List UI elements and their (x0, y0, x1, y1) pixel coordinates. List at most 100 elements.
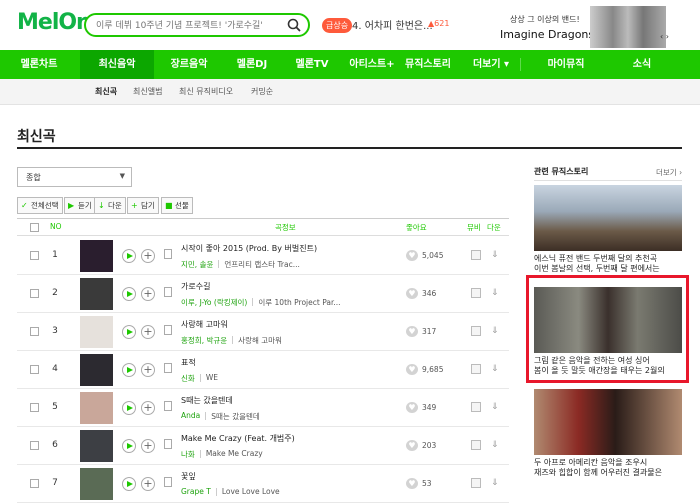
song-title[interactable]: 가로수길 (181, 281, 210, 292)
album-cover[interactable] (80, 392, 113, 424)
song-info-icon[interactable] (164, 287, 172, 297)
song-title[interactable]: Make Me Crazy (Feat. 개범주) (181, 433, 295, 444)
sub-nav-new-songs[interactable]: 최신곡 (95, 86, 117, 97)
table-row[interactable]: 5 + S때는 갔을텐데 Anda S때는 갔을텐데 ♥ 349 ⇓ (17, 389, 509, 427)
album-name[interactable]: Make Me Crazy (206, 449, 402, 458)
sub-nav-new-albums[interactable]: 최신앨범 (133, 86, 162, 97)
artist-name[interactable]: 홍정희, 박규윤 (181, 335, 227, 346)
artist-name[interactable]: 지민, 솔윤 (181, 259, 213, 270)
download-icon[interactable]: ⇓ (491, 364, 499, 374)
album-name[interactable]: 이루 10th Project Par... (258, 297, 402, 308)
download-icon[interactable]: ⇓ (491, 440, 499, 450)
add-icon[interactable]: + (141, 325, 155, 339)
album-name[interactable]: Love Love Love (222, 487, 402, 496)
banner-ad[interactable]: 상상 그 이상의 밴드! Imagine Dragons ‹ › (488, 6, 688, 48)
play-icon[interactable] (122, 287, 136, 301)
nav-dj[interactable]: 멜론DJ (222, 50, 282, 79)
sub-nav-new-mv[interactable]: 최신 뮤직비디오 (179, 86, 233, 97)
play-icon[interactable] (122, 325, 136, 339)
story-image-3[interactable] (534, 389, 682, 455)
heart-icon[interactable]: ♥ (406, 364, 418, 375)
melon-logo[interactable]: MelOn (17, 10, 92, 35)
artist-name[interactable]: 나화 (181, 449, 195, 460)
song-info-icon[interactable] (164, 477, 172, 487)
add-icon[interactable]: + (141, 439, 155, 453)
search-input[interactable] (96, 18, 276, 34)
play-icon[interactable] (122, 477, 136, 491)
add-icon[interactable]: + (141, 477, 155, 491)
song-title[interactable]: 꽃잎 (181, 471, 196, 482)
nav-artist[interactable]: 아티스트+ (342, 50, 402, 79)
nav-story[interactable]: 뮤직스토리 (402, 50, 454, 79)
download-icon[interactable]: ⇓ (491, 326, 499, 336)
song-info-icon[interactable] (164, 325, 172, 335)
play-icon[interactable] (122, 363, 136, 377)
artist-name[interactable]: Grape T (181, 487, 211, 496)
play-icon[interactable] (122, 249, 136, 263)
more-link[interactable]: 더보기 › (656, 167, 682, 178)
album-name[interactable]: S때는 갔을텐데 (211, 411, 402, 422)
album-name[interactable]: WE (206, 373, 402, 382)
table-row[interactable]: 7 + 꽃잎 Grape T Love Love Love ♥ 53 ⇓ (17, 465, 509, 503)
nav-chart[interactable]: 멜론차트 (0, 50, 78, 79)
song-info-icon[interactable] (164, 439, 172, 449)
mv-icon[interactable] (471, 440, 481, 450)
song-title[interactable]: 사랑해 고마워 (181, 319, 228, 330)
album-cover[interactable] (80, 278, 113, 310)
download-icon[interactable]: ⇓ (491, 402, 499, 412)
album-cover[interactable] (80, 354, 113, 386)
download-icon[interactable]: ⇓ (491, 288, 499, 298)
song-info-icon[interactable] (164, 363, 172, 373)
search-icon[interactable] (286, 17, 302, 33)
add-icon[interactable]: + (141, 287, 155, 301)
story-caption-1[interactable]: 에스닉 퓨전 밴드 두번째 달의 추천곡 이번 봄날의 선택, 두번째 달 편에서… (534, 254, 682, 274)
mv-icon[interactable] (471, 364, 481, 374)
play-icon[interactable] (122, 439, 136, 453)
table-row[interactable]: 2 + 가로수길 이루, J-Yo (락킹제이) 이루 10th Project Par… (17, 275, 509, 313)
mv-icon[interactable] (471, 402, 481, 412)
mv-icon[interactable] (471, 478, 481, 488)
row-checkbox[interactable] (30, 251, 39, 260)
table-row[interactable]: 6 + Make Me Crazy (Feat. 개범주) 나화 Make Me Cra… (17, 427, 509, 465)
add-icon[interactable]: + (141, 249, 155, 263)
nav-new-music[interactable]: 최신음악 (80, 50, 154, 79)
nav-tv[interactable]: 멜론TV (282, 50, 342, 79)
nav-genre[interactable]: 장르음악 (156, 50, 222, 79)
mv-icon[interactable] (471, 250, 481, 260)
table-row[interactable]: 4 + 표적 신화 WE ♥ 9,685 ⇓ (17, 351, 509, 389)
ad-nav-arrows[interactable]: ‹ › (660, 32, 669, 41)
download-icon[interactable]: ⇓ (491, 478, 499, 488)
row-checkbox[interactable] (30, 365, 39, 374)
nav-more[interactable]: 더보기 ▾ (466, 50, 516, 79)
download-button[interactable]: ↓ 다운 (94, 197, 126, 214)
select-all-button[interactable]: ✓ 전체선택 (17, 197, 63, 214)
nav-news[interactable]: 소식 (612, 50, 672, 79)
mv-icon[interactable] (471, 288, 481, 298)
heart-icon[interactable]: ♥ (406, 402, 418, 413)
row-checkbox[interactable] (30, 289, 39, 298)
play-button[interactable]: ▶ 듣기 (64, 197, 96, 214)
gift-button[interactable]: ■ 선물 (161, 197, 193, 214)
mv-icon[interactable] (471, 326, 481, 336)
row-checkbox[interactable] (30, 479, 39, 488)
song-title[interactable]: 표적 (181, 357, 196, 368)
song-info-icon[interactable] (164, 401, 172, 411)
play-icon[interactable] (122, 401, 136, 415)
select-all-checkbox[interactable] (30, 223, 39, 232)
add-icon[interactable]: + (141, 363, 155, 377)
sub-nav-coming-soon[interactable]: 커밍순 (251, 86, 273, 97)
heart-icon[interactable]: ♥ (406, 288, 418, 299)
heart-icon[interactable]: ♥ (406, 440, 418, 451)
song-title[interactable]: S때는 갔을텐데 (181, 395, 233, 406)
heart-icon[interactable]: ♥ (406, 478, 418, 489)
album-name[interactable]: 사랑해 고마워 (238, 335, 402, 346)
row-checkbox[interactable] (30, 441, 39, 450)
table-row[interactable]: 3 + 사랑해 고마워 홍정희, 박규윤 사랑해 고마워 ♥ 317 ⇓ (17, 313, 509, 351)
add-button[interactable]: + 담기 (127, 197, 159, 214)
album-cover[interactable] (80, 468, 113, 500)
rising-song-link[interactable]: 4. 어차피 한번은... (352, 17, 433, 32)
album-name[interactable]: 언프리티 랩스타 Trac... (224, 259, 402, 270)
story-image-1[interactable] (534, 185, 682, 251)
search-box[interactable] (84, 13, 310, 37)
song-title[interactable]: 시작이 좋아 2015 (Prod. By 버벌진트) (181, 243, 317, 254)
